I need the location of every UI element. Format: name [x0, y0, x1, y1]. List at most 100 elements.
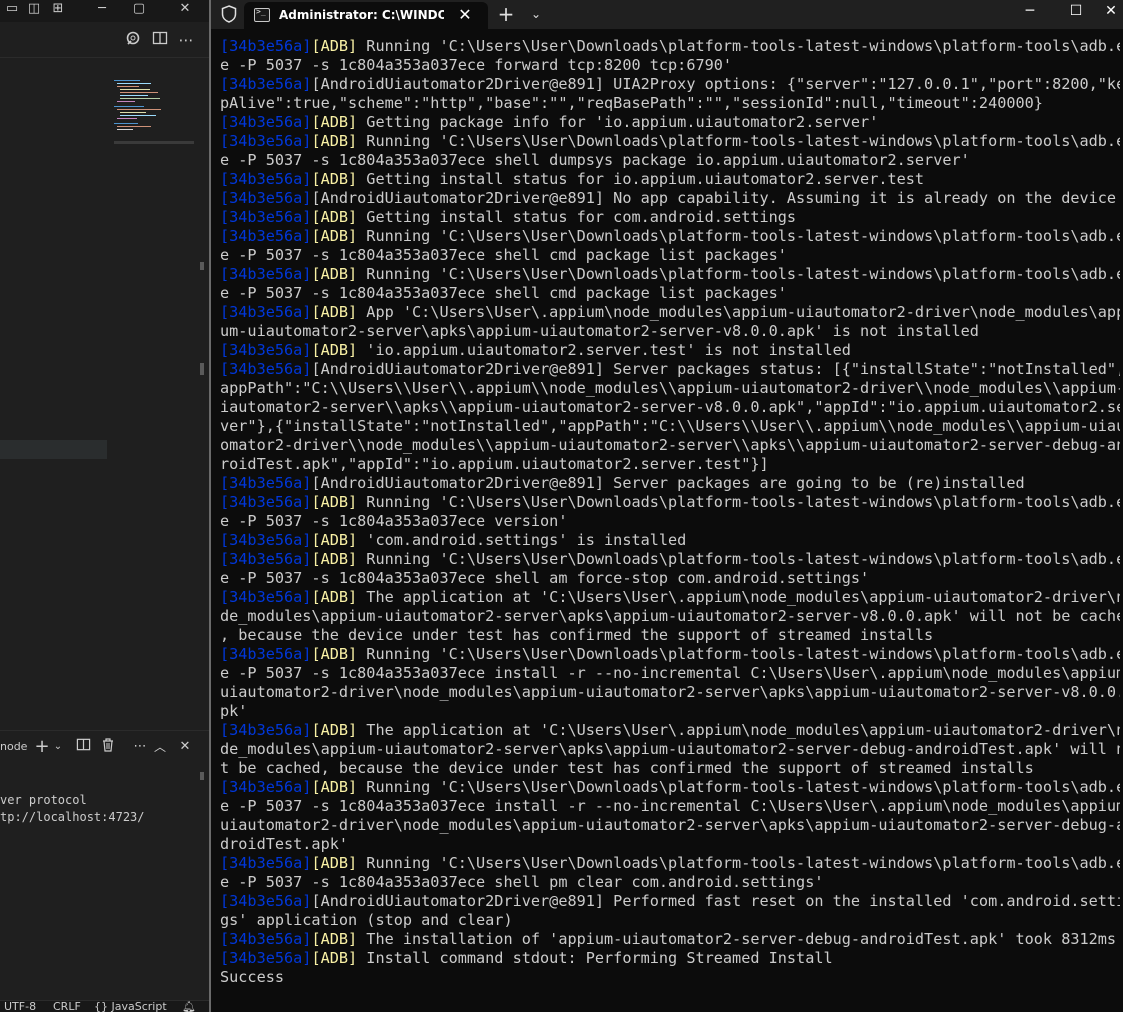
new-tab-icon[interactable]: +: [492, 2, 520, 26]
minimap-slider[interactable]: [114, 141, 194, 144]
close-tab-icon[interactable]: ✕: [455, 5, 475, 25]
terminal-tab[interactable]: Administrator: C:\WINDOWS\system32\cmd.e…: [244, 2, 488, 29]
close-window-icon[interactable]: ✕: [1099, 0, 1123, 29]
log-tag: [ADB]: [311, 778, 358, 796]
status-bar: UTF-8 CRLF {} JavaScript 🔔︎: [0, 1000, 209, 1012]
minimap[interactable]: [114, 80, 174, 140]
log-tag: [ADB]: [311, 132, 358, 150]
terminal-line: pk': [220, 702, 1120, 721]
maximize-icon[interactable]: ☐: [1053, 0, 1099, 29]
chevron-down-icon[interactable]: ⌄: [52, 737, 64, 757]
more-actions-icon[interactable]: ⋯: [130, 737, 150, 757]
log-text: e -P 5037 -s 1c804a353a037ece shell am f…: [220, 569, 870, 587]
terminal-line: [34b3e56a][ADB] Running 'C:\Users\User\D…: [220, 854, 1120, 873]
log-tag: [ADB]: [311, 208, 358, 226]
customize-layout-icon[interactable]: ⊞: [46, 0, 70, 22]
log-text: Running 'C:\Users\User\Downloads\platfor…: [357, 493, 1120, 511]
notifications-bell-icon[interactable]: 🔔︎: [182, 1001, 196, 1012]
more-actions-icon[interactable]: ⋯: [176, 30, 196, 50]
integrated-terminal[interactable]: ver protocol tp://localhost:4723/: [0, 763, 200, 1000]
overview-ruler-mark: [200, 262, 204, 270]
log-tag: [ADB]: [311, 930, 358, 948]
terminal-line: [34b3e56a][ADB] Running 'C:\Users\User\D…: [220, 37, 1120, 56]
minimize-icon[interactable]: ─: [90, 0, 114, 22]
log-text: Running 'C:\Users\User\Downloads\platfor…: [357, 854, 1120, 872]
session-id: [34b3e56a]: [220, 645, 312, 663]
log-tag: [ADB]: [311, 854, 358, 872]
log-tag: [ADB]: [311, 265, 358, 283]
layout-toggle-icon[interactable]: ▭: [0, 0, 24, 22]
log-tag: [ADB]: [311, 949, 358, 967]
terminal-line: t be cached, because the device under te…: [220, 759, 1120, 778]
terminal-line: um-uiautomator2-server\apks\appium-uiaut…: [220, 322, 1120, 341]
status-eol[interactable]: CRLF: [53, 1001, 81, 1012]
log-text: omator2-driver\\node_modules\\appium-uia…: [220, 436, 1120, 454]
terminal-line: e -P 5037 -s 1c804a353a037ece shell dump…: [220, 151, 1120, 170]
log-text: ver"},{"installState":"notInstalled","ap…: [220, 417, 1120, 435]
restore-icon[interactable]: ▢: [127, 0, 151, 22]
log-tag: [ADB]: [311, 37, 358, 55]
terminal-line: [34b3e56a][ADB] Getting package info for…: [220, 113, 1120, 132]
terminal-line: [34b3e56a][ADB] Running 'C:\Users\User\D…: [220, 778, 1120, 797]
cmd-icon: [254, 7, 270, 22]
terminal-line: iautomator2-server\\apks\\appium-uiautom…: [220, 398, 1120, 417]
terminal-shell-label[interactable]: node: [0, 740, 27, 753]
minimize-icon[interactable]: ─: [1007, 0, 1053, 29]
log-text: e -P 5037 -s 1c804a353a037ece shell cmd …: [220, 284, 787, 302]
split-terminal-icon[interactable]: [73, 737, 93, 757]
split-editor-icon[interactable]: [150, 30, 170, 50]
status-encoding[interactable]: UTF-8: [4, 1001, 36, 1012]
session-id: [34b3e56a]: [220, 493, 312, 511]
log-text: e -P 5037 -s 1c804a353a037ece install -r…: [220, 797, 1120, 815]
status-language[interactable]: {} JavaScript: [94, 1001, 167, 1012]
session-id: [34b3e56a]: [220, 170, 312, 188]
close-icon[interactable]: ✕: [173, 0, 197, 22]
terminal-output-line: tp://localhost:4723/: [0, 810, 145, 824]
terminal-line: [34b3e56a][AndroidUiautomator2Driver@e89…: [220, 360, 1120, 379]
session-id: [34b3e56a]: [220, 892, 312, 910]
code-editor[interactable]: [0, 58, 200, 730]
terminal-output[interactable]: [34b3e56a][ADB] Running 'C:\Users\User\D…: [220, 37, 1120, 987]
terminal-line: [34b3e56a][ADB] Running 'C:\Users\User\D…: [220, 550, 1120, 569]
terminal-line: de_modules\appium-uiautomator2-server\ap…: [220, 607, 1120, 626]
log-text: Running 'C:\Users\User\Downloads\platfor…: [357, 550, 1120, 568]
log-text: t be cached, because the device under te…: [220, 759, 1034, 777]
chevron-down-icon[interactable]: ⌄: [522, 2, 550, 26]
log-text: e -P 5037 -s 1c804a353a037ece forward tc…: [220, 56, 733, 74]
close-panel-icon[interactable]: ✕: [176, 737, 194, 757]
new-terminal-icon[interactable]: +: [34, 737, 50, 757]
panel-layout-icon[interactable]: ◫: [22, 0, 46, 22]
log-text: e -P 5037 -s 1c804a353a037ece version': [220, 512, 568, 530]
session-id: [34b3e56a]: [220, 930, 312, 948]
terminal-line: e -P 5037 -s 1c804a353a037ece shell pm c…: [220, 873, 1120, 892]
trash-icon[interactable]: [98, 737, 118, 757]
search-icon[interactable]: [124, 30, 144, 50]
terminal-line: [34b3e56a][ADB] The application at 'C:\U…: [220, 588, 1120, 607]
session-id: [34b3e56a]: [220, 189, 312, 207]
log-text: The application at 'C:\Users\User\.appiu…: [357, 588, 1120, 606]
log-text: droidTest.apk': [220, 835, 349, 853]
log-text: de_modules\appium-uiautomator2-server\ap…: [220, 607, 1120, 625]
panel-scrollbar[interactable]: [200, 772, 204, 780]
terminal-tabstrip: Administrator: C:\WINDOWS\system32\cmd.e…: [211, 0, 1123, 29]
session-id: [34b3e56a]: [220, 303, 312, 321]
terminal-line: [34b3e56a][AndroidUiautomator2Driver@e89…: [220, 189, 1120, 208]
session-id: [34b3e56a]: [220, 113, 312, 131]
log-text: e -P 5037 -s 1c804a353a037ece shell pm c…: [220, 873, 824, 891]
terminal-line: [34b3e56a][AndroidUiautomator2Driver@e89…: [220, 892, 1120, 911]
log-text: Success: [220, 968, 285, 986]
terminal-line: pAlive":true,"scheme":"http","base":"","…: [220, 94, 1120, 113]
log-text: Running 'C:\Users\User\Downloads\platfor…: [357, 645, 1120, 663]
maximize-panel-icon[interactable]: ︿: [151, 737, 169, 757]
log-tag: [ADB]: [311, 170, 358, 188]
session-id: [34b3e56a]: [220, 854, 312, 872]
log-text: [AndroidUiautomator2Driver@e891] No app …: [311, 189, 1117, 207]
terminal-line: omator2-driver\\node_modules\\appium-uia…: [220, 436, 1120, 455]
terminal-line: [34b3e56a][ADB] Running 'C:\Users\User\D…: [220, 132, 1120, 151]
session-id: [34b3e56a]: [220, 474, 312, 492]
editor-scrollbar[interactable]: [200, 363, 204, 375]
terminal-line: e -P 5037 -s 1c804a353a037ece install -r…: [220, 664, 1120, 683]
log-tag: [ADB]: [311, 550, 358, 568]
log-text: Running 'C:\Users\User\Downloads\platfor…: [357, 37, 1120, 55]
log-text: Running 'C:\Users\User\Downloads\platfor…: [357, 265, 1120, 283]
